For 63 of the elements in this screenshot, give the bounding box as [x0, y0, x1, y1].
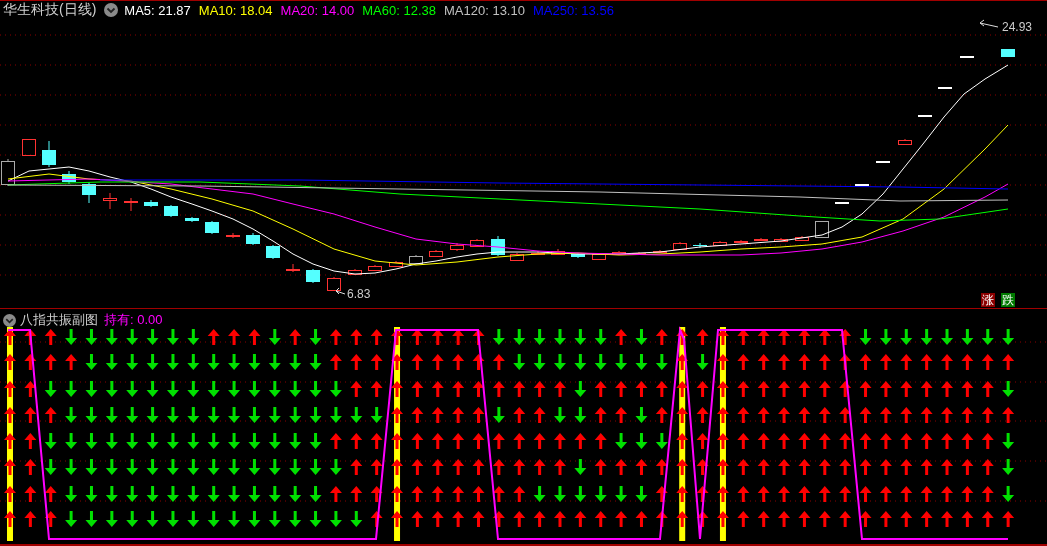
dropdown-icon[interactable]	[104, 3, 119, 17]
moving-average-value: MA60: 12.38	[362, 2, 436, 18]
candlestick	[835, 201, 849, 204]
low-price-arrow-icon	[335, 287, 346, 295]
candlestick	[612, 250, 626, 256]
candlestick	[713, 240, 727, 247]
candlestick	[306, 268, 320, 284]
candlestick	[571, 252, 585, 259]
candlestick	[348, 268, 362, 276]
low-price-label: 6.83	[347, 287, 371, 301]
candlestick	[855, 183, 869, 186]
indicator-title: 八指共振副图	[20, 311, 98, 329]
candlestick	[876, 160, 890, 163]
candlestick	[246, 232, 260, 246]
candlestick	[327, 276, 341, 292]
high-price-arrow-icon	[979, 19, 999, 28]
candlestick	[226, 232, 240, 239]
dropdown-icon[interactable]	[3, 313, 16, 327]
candlestick	[450, 242, 464, 252]
moving-average-value: MA250: 13.56	[532, 2, 614, 18]
candlestick	[368, 264, 382, 272]
candlestick	[22, 138, 36, 156]
candlestick	[1001, 48, 1015, 58]
moving-average-value: MA20: 14.00	[280, 2, 355, 18]
candlestick	[205, 220, 219, 235]
candlestick	[960, 55, 974, 58]
candlestick	[103, 192, 117, 210]
candlestick	[693, 242, 707, 249]
candlestick	[754, 237, 768, 242]
candlestick	[653, 249, 667, 254]
candlestick	[266, 244, 280, 260]
candlestick	[470, 238, 484, 248]
candlestick	[592, 252, 606, 261]
rise-tag[interactable]: 涨	[981, 293, 995, 307]
moving-average-value: MA10: 18.04	[198, 2, 273, 18]
fall-tag[interactable]: 跌	[1001, 293, 1015, 307]
candlestick	[673, 241, 687, 251]
candlestick	[409, 254, 423, 265]
candlestick	[774, 237, 788, 243]
candlestick	[1, 158, 15, 187]
candlestick	[62, 170, 76, 185]
candlestick	[164, 204, 178, 218]
holding-value: 持有: 0.00	[104, 311, 163, 329]
candlestick	[918, 114, 932, 117]
candlestick	[42, 140, 56, 168]
high-price-label: 24.93	[1002, 20, 1033, 34]
candlestick	[286, 263, 300, 273]
candlestick	[795, 235, 809, 242]
candlestick	[510, 252, 524, 262]
candlestick	[531, 250, 545, 256]
chart-title: 华生科技(日线)	[3, 1, 97, 19]
candlestick	[734, 239, 748, 244]
candlestick	[551, 248, 565, 256]
candlestick	[389, 260, 403, 268]
candlestick	[898, 138, 912, 146]
candlestick	[429, 249, 443, 258]
candlestick	[938, 86, 952, 89]
moving-average-value: MA5: 21.87	[124, 2, 191, 18]
candlestick	[82, 181, 96, 204]
moving-average-value: MA120: 13.10	[444, 2, 525, 18]
candlestick	[124, 197, 138, 212]
candlestick	[815, 220, 829, 238]
candlestick	[144, 199, 158, 208]
